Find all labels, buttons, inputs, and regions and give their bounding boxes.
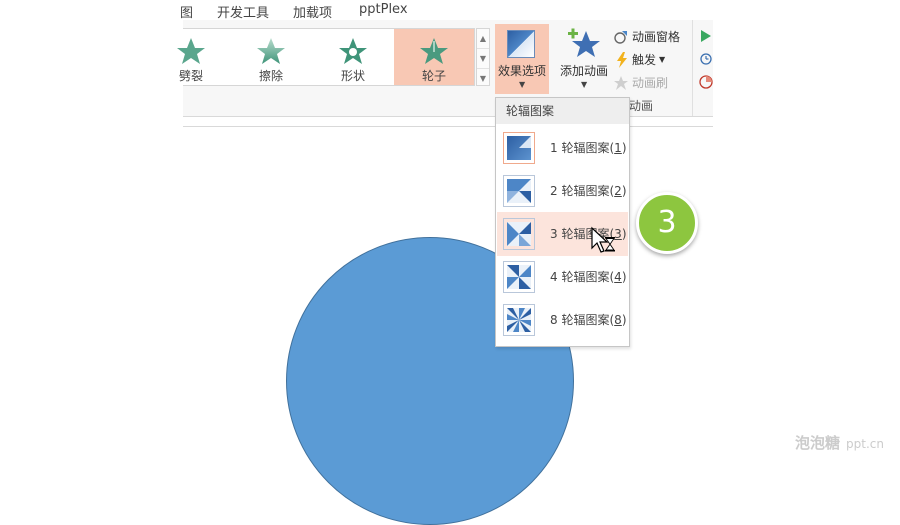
animation-pane-button[interactable]: 动画窗格 [613,28,680,45]
star-icon [339,38,367,64]
trigger-button[interactable]: 触发 ▼ [615,51,665,68]
dropdown-item-shortcut: 4 [614,270,622,284]
dropdown-item-shortcut: 8 [614,313,622,327]
play-icon[interactable] [701,30,711,42]
gallery-item-label: 轮子 [421,69,446,83]
dropdown-item-num: 2 [550,184,558,198]
dropdown-item-2-spokes[interactable]: 2 轮辐图案(2) [497,169,628,213]
menu-tab-pptplex[interactable]: pptPlex [359,2,408,17]
effect-options-dropdown: 轮辐图案 1 轮辐图案(1) 2 轮辐图案(2) 3 轮辐图案(3) 4 轮辐图… [495,97,630,347]
star-icon [257,38,285,64]
spoke-4-icon [503,261,535,293]
spoke-8-icon [503,304,535,336]
menu-bar: 图 开发工具 加载项 pptPlex [180,0,713,21]
effect-options-label: 效果选项 [497,64,546,78]
dropdown-item-4-spokes[interactable]: 4 轮辐图案(4) [497,255,628,299]
gallery-item-label: 劈裂 [178,69,203,83]
clock-icon[interactable] [700,53,712,65]
dropdown-item-label: 轮辐图案 [561,141,610,155]
watermark-domain: ppt.cn [846,437,884,451]
chevron-down-icon: ▼ [659,55,666,64]
lightning-icon [617,51,627,68]
star-icon [420,38,448,64]
gallery-item-wheel[interactable]: 轮子 [394,29,474,85]
scroll-down-icon[interactable]: ▼ [477,49,489,69]
dropdown-item-shortcut: 2 [614,184,622,198]
dropdown-item-label: 轮辐图案 [561,313,610,327]
wheel-spoke-icon [507,30,535,58]
dropdown-item-1-spoke[interactable]: 1 轮辐图案(1) [497,126,628,170]
dropdown-item-label: 轮辐图案 [561,184,610,198]
delay-icon[interactable] [699,75,713,89]
effect-options-button[interactable]: 效果选项 ▼ [495,24,549,94]
gallery-item-split[interactable]: 劈裂 [151,29,231,85]
trigger-label: 触发 [632,53,657,67]
spoke-2-icon [503,175,535,207]
animation-painter-button[interactable]: 动画刷 [613,74,668,91]
step-number-badge: 3 [636,192,698,254]
add-animation-label: 添加动画 [559,64,608,78]
spoke-3-icon [503,218,535,250]
animation-gallery: 劈裂 擦除 形状 轮子 [177,28,475,86]
gallery-more-icon[interactable]: ▼ [477,69,489,88]
scroll-up-icon[interactable]: ▲ [477,29,489,49]
chevron-down-icon: ▼ [519,80,526,89]
animation-pane-label: 动画窗格 [632,30,681,44]
chevron-down-icon: ▼ [581,80,588,89]
gallery-item-wipe[interactable]: 擦除 [231,29,311,85]
spoke-1-icon [503,132,535,164]
dropdown-item-num: 4 [550,270,558,284]
dropdown-item-8-spokes[interactable]: 8 轮辐图案(8) [497,298,628,342]
watermark-text: 泡泡糖 [795,434,841,452]
ribbon-divider [183,116,713,117]
gallery-scrollbar[interactable]: ▲ ▼ ▼ [476,28,490,86]
gallery-item-label: 形状 [340,69,365,83]
dropdown-item-num: 8 [550,313,558,327]
painter-star-icon [614,75,628,90]
animation-pane-icon [614,30,627,44]
star-icon [177,38,205,64]
menu-tab-addins[interactable]: 加载项 [293,2,332,21]
gallery-item-label: 擦除 [258,69,283,83]
gallery-item-shape[interactable]: 形状 [313,29,393,85]
animation-painter-label: 动画刷 [632,76,669,90]
add-animation-button[interactable]: 添加动画 ▼ [556,24,612,94]
group-label-animation: 动画 [629,99,654,113]
dropdown-item-shortcut: 1 [614,141,622,155]
menu-tab-view[interactable]: 图 [180,2,193,21]
ribbon-divider-2 [183,126,713,127]
add-star-icon [568,28,600,57]
ribbon-timing-group [692,20,714,116]
dropdown-item-num: 3 [550,227,558,241]
dropdown-item-label: 轮辐图案 [561,270,610,284]
busy-cursor-icon [591,226,615,253]
menu-tab-developer[interactable]: 开发工具 [217,2,269,21]
dropdown-header: 轮辐图案 [496,98,629,124]
watermark: 泡泡糖 ppt.cn [795,432,884,453]
dropdown-item-num: 1 [550,141,558,155]
